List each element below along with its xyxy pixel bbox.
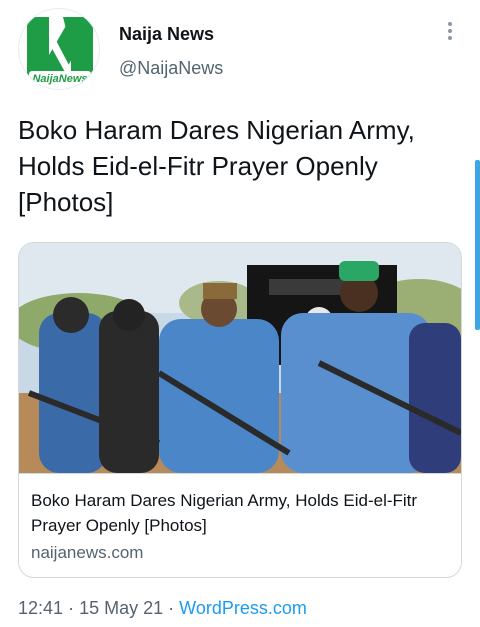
- tweet-meta: 12:41 · 15 May 21 · WordPress.com: [18, 598, 307, 619]
- more-options-icon[interactable]: [446, 22, 454, 44]
- user-handle[interactable]: @NaijaNews: [119, 58, 223, 79]
- svg-text:NaijaNews: NaijaNews: [32, 73, 87, 85]
- display-name[interactable]: Naija News: [119, 24, 214, 45]
- tweet-time[interactable]: 12:41: [18, 598, 63, 618]
- link-card[interactable]: Boko Haram Dares Nigerian Army, Holds Ei…: [18, 242, 462, 578]
- tweet-header: NaijaNews Naija News @NaijaNews: [18, 8, 468, 92]
- naija-news-logo: NaijaNews: [23, 13, 97, 87]
- card-image[interactable]: [19, 243, 461, 473]
- meta-separator: ·: [68, 598, 75, 618]
- card-body[interactable]: Boko Haram Dares Nigerian Army, Holds Ei…: [19, 473, 461, 577]
- tweet-source-link[interactable]: WordPress.com: [179, 598, 307, 618]
- meta-separator: ·: [168, 598, 175, 618]
- scrollbar[interactable]: [475, 160, 480, 330]
- tweet-text: Boko Haram Dares Nigerian Army, Holds Ei…: [18, 115, 415, 217]
- card-title[interactable]: Boko Haram Dares Nigerian Army, Holds Ei…: [31, 488, 449, 538]
- tweet-date[interactable]: 15 May 21: [79, 598, 163, 618]
- avatar[interactable]: NaijaNews: [18, 8, 100, 90]
- card-domain: naijanews.com: [31, 543, 144, 562]
